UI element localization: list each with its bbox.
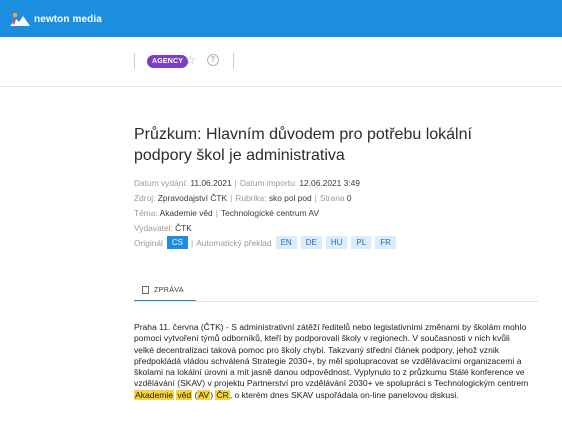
article-text-end: , o kterém dnes SKAV uspořádala on-line … — [229, 389, 459, 400]
tab-divider — [134, 301, 538, 302]
star-icon[interactable]: ☆ — [185, 53, 196, 67]
original-label: Originál — [134, 237, 163, 248]
toolbar-divider-left — [134, 53, 135, 69]
highlight-ved: věd — [176, 389, 193, 400]
meta-source: Zdroj: Zpravodajství ČTK | Rubrika: sko po… — [134, 193, 352, 204]
meta-topic: Téma: Akademie věd | Technologické centrum… — [134, 208, 319, 219]
meta-separator: | — [190, 237, 194, 248]
logo[interactable]: newton media — [9, 11, 102, 27]
meta-separator: | — [234, 178, 237, 188]
publisher-value: ČTK — [175, 223, 192, 233]
tab-zprava[interactable]: ZPRÁVA — [142, 286, 184, 294]
meta-publisher: Vydavatel: ČTK — [134, 223, 192, 234]
lang-en-button[interactable]: EN — [275, 236, 297, 249]
highlight-av: AV — [197, 389, 211, 400]
lang-cs-button[interactable]: CS — [166, 236, 188, 249]
auto-translate-label: Automatický překlad — [196, 237, 272, 248]
highlight-akademie: Akademie — [134, 389, 175, 400]
lang-hu-button[interactable]: HU — [325, 236, 348, 249]
topic-value-tc[interactable]: Technologické centrum AV — [221, 208, 319, 218]
rubric-label: Rubrika: — [235, 193, 267, 203]
lang-fr-button[interactable]: FR — [375, 236, 396, 249]
logo-text: newton media — [34, 13, 102, 25]
topic-label: Téma: — [134, 208, 158, 218]
release-date-value: 11.06.2021 — [190, 178, 232, 188]
toolbar-divider-right — [233, 53, 234, 69]
tab-label: ZPRÁVA — [154, 286, 184, 294]
import-date-value: 12.06.2021 3:49 — [299, 178, 360, 188]
page-title: Průzkum: Hlavním důvodem pro potřebu lok… — [134, 126, 472, 164]
newton-logo-icon — [10, 12, 30, 26]
page-value: 0 — [346, 193, 352, 203]
meta-separator: | — [314, 193, 317, 203]
lang-de-button[interactable]: DE — [300, 236, 322, 249]
release-date-label: Datum vydání: — [134, 178, 188, 188]
rubric-value: sko pol pod — [268, 193, 312, 203]
article-text: Praha 11. června (ČTK) - S administrativ… — [134, 322, 529, 389]
publisher-label: Vydavatel: — [134, 223, 173, 233]
paren-close: ) — [210, 389, 214, 400]
article-toolbar — [0, 37, 562, 87]
import-date-label: Datum importu: — [239, 178, 298, 188]
page-label: Strana — [319, 193, 345, 203]
language-row: Originál CS | Automatický překlad EN DE … — [134, 236, 396, 249]
meta-dates: Datum vydání: 11.06.2021 | Datum importu: … — [134, 178, 360, 189]
document-icon — [142, 286, 149, 294]
article-body: Praha 11. června (ČTK) - S administrativ… — [134, 322, 530, 401]
topic-value-akademie[interactable]: Akademie věd — [160, 208, 213, 218]
top-bar: newton media — [0, 0, 562, 37]
highlight-cr: ČR — [215, 389, 230, 400]
help-icon[interactable]: ? — [207, 54, 219, 66]
agency-badge[interactable]: AGENCY — [147, 55, 189, 68]
meta-separator: | — [215, 208, 218, 218]
source-value[interactable]: Zpravodajství ČTK — [158, 193, 227, 203]
source-label: Zdroj: — [134, 193, 156, 203]
lang-pl-button[interactable]: PL — [351, 236, 372, 249]
